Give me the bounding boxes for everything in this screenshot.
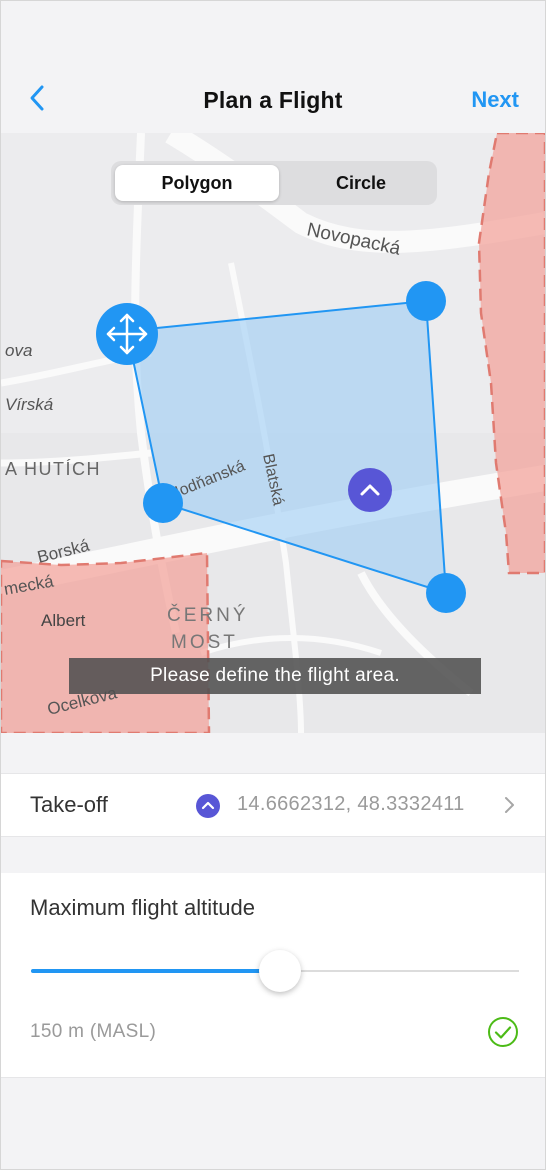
page-title: Plan a Flight [203, 87, 343, 113]
altitude-label: Maximum flight altitude [30, 895, 255, 920]
map-canvas: Novopacká ova Vírská A HUTÍCH Blatská Ho… [1, 133, 545, 733]
status-bar [1, 1, 545, 61]
polygon-vertex-handle[interactable] [426, 573, 466, 613]
polygon-vertex-handle[interactable] [143, 483, 183, 523]
navigation-bar: Plan a Flight Next [1, 61, 545, 134]
altitude-slider-fill [31, 969, 280, 973]
takeoff-marker[interactable] [348, 468, 392, 512]
chevron-up-icon [201, 801, 215, 810]
takeoff-label: Take-off [30, 792, 108, 817]
street-label: Vírská [5, 395, 53, 414]
district-label: A HUTÍCH [5, 459, 101, 479]
poi-label: Albert [41, 611, 86, 630]
tab-polygon[interactable]: Polygon [115, 165, 279, 201]
map-view[interactable]: Novopacká ova Vírská A HUTÍCH Blatská Ho… [1, 133, 545, 733]
district-label: ČERNÝ [167, 604, 249, 626]
chevron-up-icon [360, 484, 380, 496]
takeoff-pin-icon [196, 794, 220, 818]
check-circle-icon [487, 1016, 519, 1048]
move-polygon-handle[interactable] [96, 303, 158, 365]
next-button[interactable]: Next [471, 87, 519, 113]
altitude-slider-thumb[interactable] [258, 950, 301, 992]
altitude-section: Maximum flight altitude 150 m (MASL) [1, 873, 545, 1078]
move-arrows-icon [106, 313, 148, 355]
tab-circle[interactable]: Circle [279, 165, 443, 201]
takeoff-coordinates: 14.6662312, 48.3332411 [237, 793, 465, 815]
shape-mode-selector: Polygon Circle [111, 161, 437, 205]
hint-toast: Please define the flight area. [69, 658, 481, 694]
district-label: MOST [171, 632, 238, 653]
altitude-value: 150 m (MASL) [30, 1021, 157, 1042]
takeoff-row[interactable]: Take-off 14.6662312, 48.3332411 [1, 773, 545, 837]
street-label: ova [5, 341, 32, 360]
polygon-vertex-handle[interactable] [406, 281, 446, 321]
chevron-right-icon [503, 796, 517, 814]
app-screen: Plan a Flight Next Novopacká ova Vírská [0, 0, 546, 1170]
